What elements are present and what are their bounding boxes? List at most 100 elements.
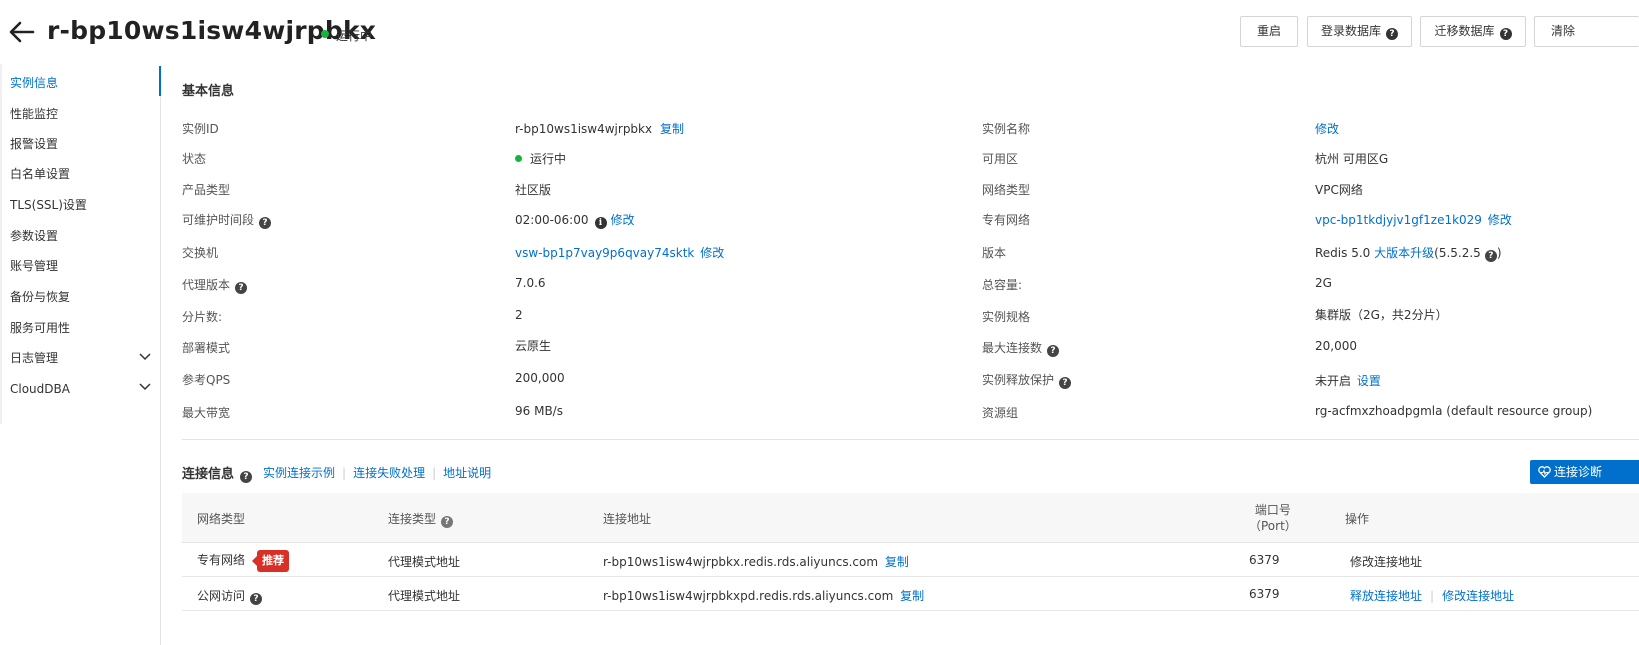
- row-network-text: 专有网络: [197, 553, 246, 567]
- clear-button[interactable]: 清除: [1534, 16, 1639, 47]
- release-protection-value: 未开启 设置: [1315, 372, 1381, 389]
- release-address-link[interactable]: 释放连接地址: [1350, 589, 1422, 603]
- sidebar-item-clouddba[interactable]: CloudDBA: [10, 381, 70, 397]
- col-port-line1: 端口号: [1254, 503, 1291, 517]
- connection-diagnosis-button[interactable]: 连接诊断: [1530, 460, 1639, 484]
- release-protection-label-text: 实例释放保护: [982, 373, 1055, 387]
- restart-button-label: 重启: [1256, 24, 1281, 38]
- col-port: 端口号 （Port）: [1249, 502, 1297, 534]
- chevron-down-icon[interactable]: [138, 382, 152, 392]
- modify-maintenance-link[interactable]: 修改: [611, 213, 635, 227]
- sidebar-item-tls[interactable]: TLS(SSL)设置: [10, 197, 87, 213]
- modify-instance-name-link[interactable]: 修改: [1315, 120, 1339, 137]
- row-actions: 释放连接地址 | 修改连接地址: [1350, 587, 1514, 604]
- bandwidth-label: 最大带宽: [182, 406, 231, 420]
- row-address-text: r-bp10ws1isw4wjrpbkx.redis.rds.aliyuncs.…: [603, 555, 879, 569]
- status-text: 运行中: [530, 152, 567, 166]
- modify-address-link[interactable]: 修改连接地址: [1350, 553, 1422, 570]
- network-type-label: 网络类型: [982, 183, 1031, 197]
- help-icon[interactable]: ?: [240, 471, 253, 483]
- vswitch-link[interactable]: vsw-bp1p7vay9p6qvay74sktk: [515, 246, 694, 260]
- sidebar: 实例信息 性能监控 报警设置 白名单设置 TLS(SSL)设置 参数设置 账号管…: [0, 64, 161, 645]
- connection-help-links: 实例连接示例 | 连接失败处理 | 地址说明: [263, 464, 491, 481]
- instance-id-value: r-bp10ws1isw4wjrpbkx 复制: [515, 120, 684, 137]
- copy-instance-id-link[interactable]: 复制: [660, 122, 684, 136]
- sidebar-item-performance[interactable]: 性能监控: [10, 106, 58, 122]
- link-separator: |: [342, 466, 347, 480]
- maintenance-text: 02:00-06:00: [515, 213, 589, 227]
- status-value: 运行中: [515, 150, 566, 167]
- restart-button[interactable]: 重启: [1240, 16, 1298, 47]
- login-db-button[interactable]: 登录数据库?: [1307, 16, 1412, 47]
- login-db-button-label: 登录数据库: [1320, 24, 1381, 38]
- chevron-down-icon[interactable]: [138, 352, 152, 362]
- capacity-value: 2G: [1315, 276, 1332, 290]
- zone-value: 杭州 可用区G: [1315, 152, 1389, 166]
- help-icon[interactable]: ?: [259, 217, 272, 229]
- version-close-paren: ): [1496, 246, 1502, 260]
- connection-info-title: 连接信息?: [182, 463, 253, 483]
- maintenance-label: 可维护时间段?: [182, 211, 272, 229]
- copy-address-link[interactable]: 复制: [885, 555, 909, 569]
- version-label: 版本: [982, 246, 1007, 260]
- sidebar-item-logs[interactable]: 日志管理: [10, 350, 58, 366]
- vpc-link[interactable]: vpc-bp1tkdjyjv1gf1ze1k029: [1315, 213, 1482, 227]
- sidebar-item-instance-info[interactable]: 实例信息: [10, 75, 58, 91]
- sidebar-item-accounts[interactable]: 账号管理: [10, 258, 58, 274]
- release-protection-set-link[interactable]: 设置: [1357, 374, 1381, 388]
- minor-version-text: (5.5.2.5: [1434, 246, 1481, 260]
- table-row: 专有网络 推荐 代理模式地址 r-bp10ws1isw4wjrpbkx.redis…: [182, 543, 1639, 577]
- spec-value: 集群版（2G，共2分片）: [1315, 308, 1448, 322]
- proxy-version-label-text: 代理版本: [182, 278, 231, 292]
- action-separator: |: [1430, 589, 1435, 603]
- recommended-badge: 推荐: [252, 550, 290, 572]
- vswitch-label: 交换机: [182, 246, 219, 260]
- sidebar-item-whitelist[interactable]: 白名单设置: [10, 166, 70, 182]
- sidebar-item-params[interactable]: 参数设置: [10, 228, 58, 244]
- major-version-upgrade-link[interactable]: 大版本升级: [1374, 246, 1434, 260]
- modify-vswitch-link[interactable]: 修改: [700, 246, 724, 260]
- connection-example-link[interactable]: 实例连接示例: [263, 466, 335, 480]
- sidebar-item-alerts[interactable]: 报警设置: [10, 136, 58, 152]
- col-connection-type-text: 连接类型: [388, 512, 437, 526]
- info-icon[interactable]: i: [594, 217, 607, 229]
- basic-info-title: 基本信息: [182, 84, 235, 99]
- help-icon[interactable]: ?: [1484, 250, 1497, 262]
- modify-vpc-link[interactable]: 修改: [1488, 213, 1512, 227]
- row-conn-type: 代理模式地址: [388, 589, 461, 603]
- sidebar-edge: [0, 64, 2, 424]
- back-arrow-icon[interactable]: [6, 18, 36, 46]
- spec-label: 实例规格: [982, 310, 1031, 324]
- help-icon[interactable]: ?: [250, 593, 263, 605]
- network-type-value: VPC网络: [1315, 183, 1363, 197]
- help-icon[interactable]: ?: [441, 516, 454, 528]
- modify-address-link[interactable]: 修改连接地址: [1442, 589, 1514, 603]
- status-text: 运行中: [336, 29, 373, 43]
- bandwidth-value: 96 MB/s: [515, 404, 563, 418]
- instance-id-text: r-bp10ws1isw4wjrpbkx: [515, 122, 653, 136]
- connection-failure-link[interactable]: 连接失败处理: [353, 466, 425, 480]
- max-conn-label-text: 最大连接数: [982, 341, 1043, 355]
- connection-diagnosis-label: 连接诊断: [1554, 465, 1603, 479]
- help-icon: ?: [1499, 28, 1512, 40]
- proxy-version-label: 代理版本?: [182, 276, 248, 294]
- migrate-db-button[interactable]: 迁移数据库?: [1420, 16, 1526, 47]
- connection-info-title-text: 连接信息: [182, 467, 235, 482]
- help-icon[interactable]: ?: [1059, 377, 1072, 389]
- maintenance-value: 02:00-06:00 i 修改: [515, 211, 635, 229]
- sidebar-item-availability[interactable]: 服务可用性: [10, 320, 70, 336]
- row-address-text: r-bp10ws1isw4wjrpbkxpd.redis.rds.aliyunc…: [603, 589, 894, 603]
- max-conn-value: 20,000: [1315, 339, 1357, 353]
- migrate-db-button-label: 迁移数据库: [1434, 24, 1495, 38]
- status-dot: [515, 155, 522, 162]
- address-explanation-link[interactable]: 地址说明: [443, 466, 491, 480]
- zone-label: 可用区: [982, 152, 1019, 166]
- help-icon[interactable]: ?: [1047, 345, 1060, 357]
- copy-address-link[interactable]: 复制: [900, 589, 924, 603]
- release-protection-text: 未开启: [1315, 374, 1352, 388]
- deploy-label: 部署模式: [182, 341, 231, 355]
- shards-value: 2: [515, 308, 523, 322]
- help-icon[interactable]: ?: [235, 282, 248, 294]
- product-type-value: 社区版: [515, 183, 552, 197]
- sidebar-item-backup[interactable]: 备份与恢复: [10, 289, 70, 305]
